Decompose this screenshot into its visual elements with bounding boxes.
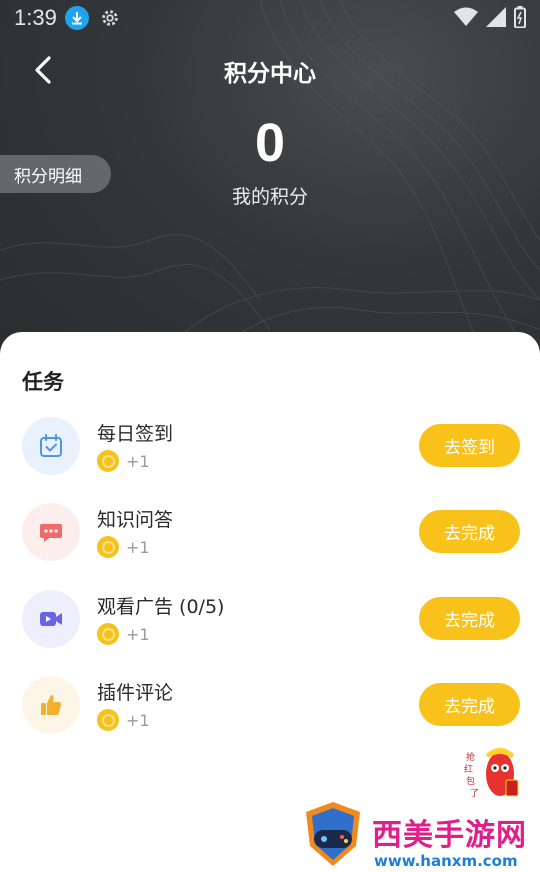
task-reward: +1 [97, 709, 150, 731]
calendar-check-icon [22, 417, 80, 475]
watermark-url: www.hanxm.com [374, 852, 518, 870]
task-name: 知识问答 [97, 509, 174, 531]
nav-bar: 积分中心 [0, 44, 540, 96]
red-envelope-mascot-icon: 抢 红 包 了 [464, 748, 519, 799]
reward-amount: +1 [126, 624, 150, 644]
battery-icon [514, 6, 526, 28]
svg-text:了: 了 [470, 788, 479, 799]
watermark-title: 西美手游网 [372, 818, 527, 853]
wifi-icon [454, 7, 478, 26]
reward-amount: +1 [126, 537, 150, 557]
coin-icon [97, 536, 119, 558]
gamepad-shield-logo-icon [306, 802, 360, 866]
reward-amount: +1 [126, 451, 150, 471]
checkin-button[interactable]: 去签到 [419, 424, 520, 467]
plugin-review-complete-button[interactable]: 去完成 [419, 683, 520, 726]
task-name: 插件评论 [97, 682, 174, 704]
video-camera-icon [22, 590, 80, 648]
task-reward: +1 [97, 450, 150, 472]
task-item-plugin-review: 插件评论 +1 去完成 [0, 676, 540, 746]
thumbs-up-icon [22, 676, 80, 734]
quiz-complete-button[interactable]: 去完成 [419, 510, 520, 553]
status-icons [454, 6, 526, 28]
svg-text:包: 包 [466, 775, 475, 787]
task-reward: +1 [97, 623, 150, 645]
signal-icon [486, 7, 506, 27]
download-icon [64, 6, 89, 30]
watch-ads-complete-button[interactable]: 去完成 [419, 597, 520, 640]
mascot-caption: 抢 [466, 751, 475, 763]
tasks-title: 任务 [22, 370, 64, 394]
page-title: 积分中心 [224, 61, 316, 87]
gear-icon [102, 10, 118, 26]
task-reward: +1 [97, 536, 150, 558]
coin-icon [97, 623, 119, 645]
status-time: 1:39 [14, 5, 57, 30]
svg-text:红: 红 [464, 763, 473, 775]
task-item-watch-ads: 观看广告 (0/5) +1 去完成 [0, 590, 540, 660]
task-item-quiz: 知识问答 +1 去完成 [0, 503, 540, 573]
coin-icon [97, 450, 119, 472]
task-item-daily-checkin: 每日签到 +1 去签到 [0, 417, 540, 487]
reward-amount: +1 [126, 710, 150, 730]
coin-icon [97, 709, 119, 731]
tasks-panel: 任务 每日签到 +1 去签到 知识问答 +1 去完成 观看广告 (0/5) +1… [0, 332, 540, 872]
status-bar: 1:39 [0, 0, 540, 36]
points-detail-button[interactable]: 积分明细 [0, 155, 111, 193]
task-name: 每日签到 [97, 423, 174, 445]
task-name: 观看广告 (0/5) [97, 596, 225, 618]
chat-bubble-icon [22, 503, 80, 561]
